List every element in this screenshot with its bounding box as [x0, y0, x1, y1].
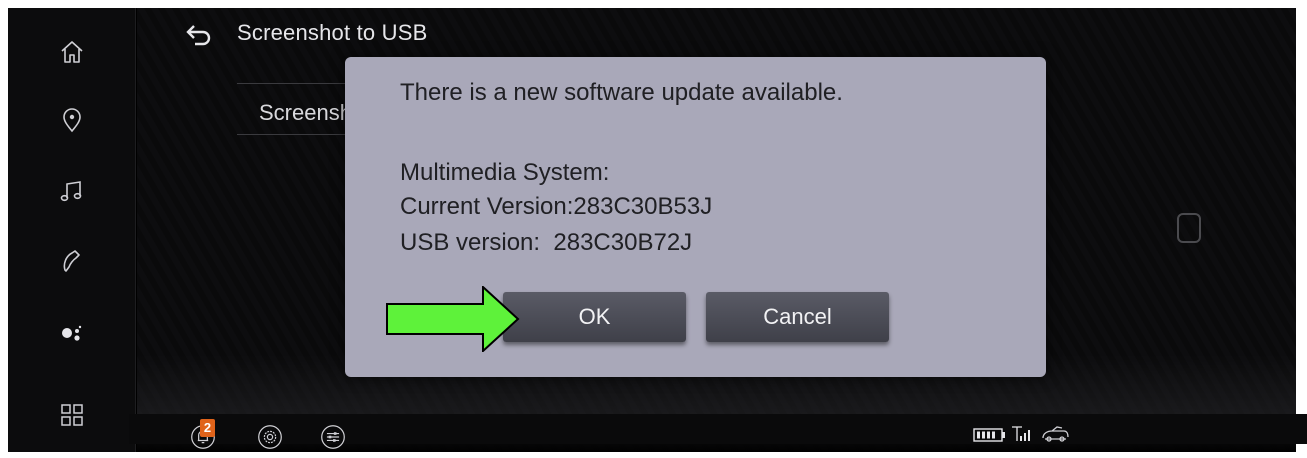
- back-arrow-icon[interactable]: [185, 22, 213, 46]
- apps-grid-icon: [61, 404, 83, 426]
- ok-button[interactable]: OK: [503, 292, 686, 342]
- vehicle-icon: [1042, 426, 1069, 442]
- system-label: Multimedia System:: [400, 159, 610, 186]
- cancel-button[interactable]: Cancel: [706, 292, 889, 342]
- status-bar: [129, 414, 1307, 444]
- sidebar: [8, 8, 136, 452]
- battery-icon: [973, 428, 1005, 442]
- audio-settings-icon[interactable]: [318, 424, 348, 450]
- signal-icon: [1012, 426, 1030, 441]
- sidebar-item-phone[interactable]: [51, 240, 93, 282]
- current-version-text: Current Version:283C30B53J: [400, 193, 713, 220]
- settings-gear-icon[interactable]: [255, 424, 285, 450]
- usb-version-text: USB version: 283C30B72J: [400, 229, 693, 256]
- row-toggle-button[interactable]: [1177, 213, 1201, 243]
- sidebar-item-voice-assistant[interactable]: [51, 312, 93, 354]
- sidebar-item-audio[interactable]: [51, 170, 93, 212]
- sidebar-item-apps[interactable]: [51, 394, 93, 436]
- home-icon: [61, 41, 83, 63]
- notification-count-badge: 2: [200, 419, 215, 437]
- phone-icon: [63, 250, 80, 272]
- page-title: Screenshot to USB: [237, 20, 428, 45]
- sidebar-item-navigation[interactable]: [51, 99, 93, 141]
- green-arrow-annotation-icon: [386, 286, 520, 352]
- sidebar-item-home[interactable]: [51, 31, 93, 73]
- music-icon: [60, 181, 82, 202]
- update-message: There is a new software update available…: [400, 79, 843, 106]
- map-pin-icon: [63, 108, 81, 133]
- voice-assistant-icon: [62, 325, 82, 341]
